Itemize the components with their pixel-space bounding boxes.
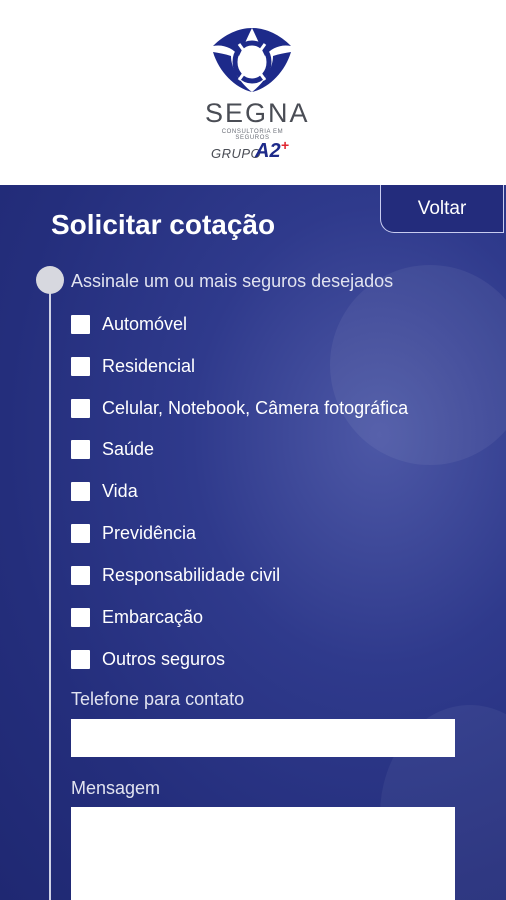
option-label: Automóvel	[102, 313, 188, 334]
option-embarcacao[interactable]: Embarcação	[71, 605, 203, 629]
option-responsabilidade-civil[interactable]: Responsabilidade civil	[71, 563, 280, 587]
option-residencial[interactable]: Residencial	[71, 354, 195, 378]
option-label: Embarcação	[102, 606, 204, 627]
option-saude[interactable]: Saúde	[71, 437, 154, 461]
checkbox[interactable]	[71, 565, 90, 585]
timeline-dot	[36, 266, 64, 294]
timeline-line	[49, 280, 51, 900]
option-previdencia[interactable]: Previdência	[71, 521, 196, 545]
checkbox[interactable]	[71, 439, 90, 459]
insurance-section-label: Assinale um ou mais seguros desejados	[71, 271, 394, 291]
checkbox[interactable]	[71, 398, 90, 418]
option-label: Outros seguros	[102, 648, 226, 669]
page-title: Solicitar cotação	[51, 209, 276, 240]
option-label: Vida	[102, 480, 138, 501]
segna-logo: SEGNA CONSULTORIA EM SEGUROS GRUPO A2 +	[205, 22, 310, 167]
group-mark: A2	[255, 140, 281, 162]
option-label: Previdência	[102, 522, 197, 543]
checkbox[interactable]	[71, 481, 90, 501]
background-decoration	[330, 265, 506, 465]
option-label: Celular, Notebook, Câmera fotográfica	[102, 397, 409, 418]
phone-input[interactable]	[71, 719, 455, 757]
option-label: Residencial	[102, 355, 196, 376]
checkbox[interactable]	[71, 356, 90, 376]
group-plus: +	[281, 137, 290, 153]
option-vida[interactable]: Vida	[71, 479, 138, 503]
checkbox[interactable]	[71, 523, 90, 543]
phone-label: Telefone para contato	[71, 689, 245, 709]
checkbox[interactable]	[71, 649, 90, 669]
brand-name: SEGNA	[205, 98, 310, 128]
segna-logo-icon	[213, 28, 291, 92]
app-header: SEGNA CONSULTORIA EM SEGUROS GRUPO A2 +	[0, 0, 506, 185]
option-automovel[interactable]: Automóvel	[71, 312, 187, 336]
option-celular[interactable]: Celular, Notebook, Câmera fotográfica	[71, 396, 408, 420]
message-textarea[interactable]	[71, 807, 455, 900]
group-logo: GRUPO A2 +	[211, 137, 311, 164]
checkbox[interactable]	[71, 314, 90, 334]
option-label: Saúde	[102, 438, 155, 459]
quote-form: Solicitar cotação Voltar Assinale um ou …	[0, 185, 506, 900]
checkbox[interactable]	[71, 607, 90, 627]
group-prefix: GRUPO	[211, 146, 262, 161]
back-button[interactable]: Voltar	[380, 185, 504, 233]
option-label: Responsabilidade civil	[102, 564, 281, 585]
option-outros-seguros[interactable]: Outros seguros	[71, 647, 225, 671]
message-label: Mensagem	[71, 778, 161, 798]
